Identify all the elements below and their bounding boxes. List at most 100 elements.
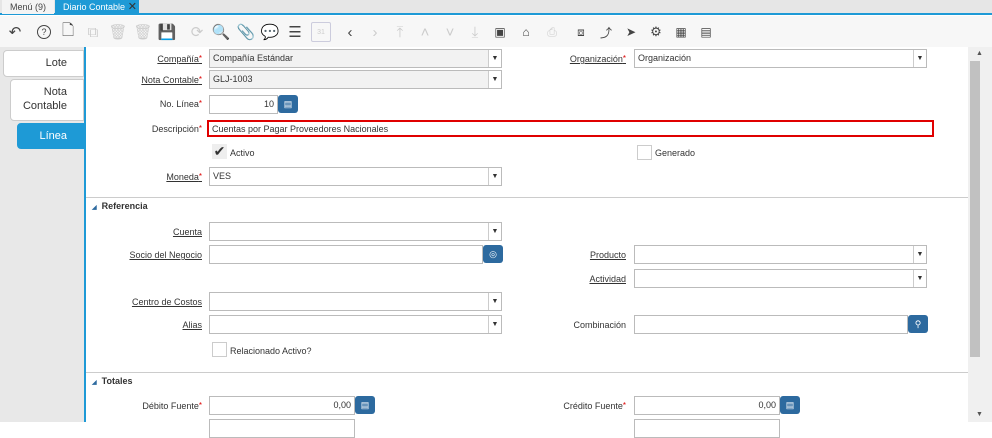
totales-section-header[interactable]: ◢ Totales <box>92 376 132 386</box>
actividad-label[interactable]: Actividad <box>589 274 626 284</box>
section-divider <box>86 197 980 198</box>
copy-icon[interactable]: ⧉ <box>83 22 103 42</box>
search-icon[interactable]: 🔍 <box>211 22 231 42</box>
tab-label: Nota <box>43 86 67 98</box>
calendar-icon[interactable]: 31 <box>311 22 331 42</box>
first-record-icon[interactable]: ⤒ <box>390 22 410 42</box>
section-divider <box>86 372 980 373</box>
combinacion-label: Combinación <box>573 320 626 330</box>
combinacion-input[interactable] <box>634 315 908 334</box>
chevron-down-icon[interactable]: ▼ <box>488 223 501 240</box>
descripcion-input[interactable]: Cuentas por Pagar Proveedores Nacionales <box>207 120 934 137</box>
scroll-up-icon[interactable]: ▲ <box>976 50 983 57</box>
producto-label[interactable]: Producto <box>590 250 626 260</box>
chevron-down-icon[interactable]: ▼ <box>488 50 501 67</box>
alias-select[interactable]: ▼ <box>209 315 502 334</box>
bpartner-search-button[interactable]: ◎ <box>483 245 503 263</box>
chevron-down-icon[interactable]: ▼ <box>488 71 501 88</box>
nota-contable-select[interactable]: GLJ-1003 ▼ <box>209 70 502 89</box>
centro-costos-label[interactable]: Centro de Costos <box>132 297 202 307</box>
tab-menu[interactable]: Menú (9) <box>2 0 55 14</box>
moneda-select[interactable]: VES ▼ <box>209 167 502 186</box>
tab-label: Menú (9) <box>10 2 47 12</box>
chevron-down-icon[interactable]: ▼ <box>913 50 926 67</box>
credito-input[interactable]: 0,00 <box>634 396 780 415</box>
scrollbar[interactable]: ▲ ▼ <box>968 47 992 422</box>
help-icon[interactable]: ? <box>34 22 54 42</box>
calculator-button[interactable]: ▤ <box>278 95 298 113</box>
previous-record-icon[interactable]: ‹ <box>340 22 360 42</box>
scrollbar-thumb[interactable] <box>970 61 980 357</box>
socio-label[interactable]: Socio del Negocio <box>129 250 202 260</box>
cuenta-label[interactable]: Cuenta <box>173 227 202 237</box>
activo-checkbox[interactable]: ✔ <box>212 144 227 159</box>
product-info-icon[interactable]: ▦ <box>671 22 691 42</box>
organizacion-select[interactable]: Organización ▼ <box>634 49 927 68</box>
chevron-down-icon[interactable]: ▼ <box>488 168 501 185</box>
save-icon[interactable]: 💾 <box>157 22 177 42</box>
tab-nota-contable[interactable]: Nota Contable <box>10 79 84 121</box>
delete-icon[interactable]: 🗑 <box>108 22 128 42</box>
chevron-down-icon[interactable]: ▼ <box>488 293 501 310</box>
scroll-down-icon[interactable]: ▼ <box>976 411 983 418</box>
no-linea-input[interactable]: 10 <box>209 95 278 114</box>
compania-select[interactable]: Compañía Estándar ▼ <box>209 49 502 68</box>
new-record-icon[interactable]: 🗋 <box>58 22 78 42</box>
debito-label: Débito Fuente* <box>142 401 202 411</box>
report-icon[interactable]: ▣ <box>490 22 510 42</box>
generado-checkbox[interactable] <box>637 145 652 160</box>
debito-input[interactable]: 0,00 <box>209 396 355 415</box>
tab-linea[interactable]: Línea <box>17 123 84 149</box>
workflow-icon[interactable]: ⤴ <box>596 22 616 42</box>
relacionado-checkbox[interactable] <box>212 342 227 357</box>
account-combination-button[interactable]: ⚲ <box>908 315 928 333</box>
chevron-down-icon[interactable]: ▼ <box>913 270 926 287</box>
child-record-icon[interactable]: ˅ <box>440 22 460 42</box>
zoom-across-icon[interactable]: ⧈ <box>571 22 591 42</box>
window-tab-bar: Menú (9) Diario Contable ✕ <box>0 0 992 15</box>
nota-contable-label[interactable]: Nota Contable* <box>141 75 202 85</box>
credito-label: Crédito Fuente* <box>563 401 626 411</box>
chevron-down-icon[interactable]: ▼ <box>913 246 926 263</box>
tab-diario-contable[interactable]: Diario Contable ✕ <box>55 0 139 14</box>
cuenta-select[interactable]: ▼ <box>209 222 502 241</box>
process-gear-icon[interactable]: ⚙ <box>646 22 666 42</box>
refresh-icon[interactable]: ⟳ <box>187 22 207 42</box>
print-icon[interactable]: ⎙ <box>542 22 562 42</box>
tab-label: Línea <box>39 130 67 142</box>
producto-select[interactable]: ▼ <box>634 245 927 264</box>
calculator-button[interactable]: ▤ <box>355 396 375 414</box>
toolbar: ↶ ? 🗋 ⧉ 🗑 🗑 💾 ⟳ 🔍 📎 💬 ☰ 31 ‹ › ⤒ ˄ ˅ ⤓ ▣… <box>0 16 992 47</box>
descripcion-label: Descripción* <box>151 124 202 134</box>
chat-icon[interactable]: 💬 <box>260 22 280 42</box>
attachment-icon[interactable]: 📎 <box>236 22 256 42</box>
next-record-icon[interactable]: › <box>365 22 385 42</box>
tab-label: Diario Contable <box>63 2 126 12</box>
tab-panel: Lote Nota Contable Línea <box>0 47 84 422</box>
divider <box>84 47 86 422</box>
compania-label[interactable]: Compañía* <box>157 54 202 64</box>
grid-toggle-icon[interactable]: ☰ <box>285 22 305 42</box>
posting-icon[interactable]: ▤ <box>696 22 716 42</box>
tab-lote[interactable]: Lote <box>3 50 84 77</box>
organizacion-label[interactable]: Organización* <box>570 54 626 64</box>
delete-selection-icon[interactable]: 🗑 <box>133 22 153 42</box>
alias-label[interactable]: Alias <box>182 320 202 330</box>
calculator-button[interactable]: ▤ <box>780 396 800 414</box>
last-record-icon[interactable]: ⤓ <box>465 22 485 42</box>
referencia-section-header[interactable]: ◢ Referencia <box>92 201 148 211</box>
calendar-day: 31 <box>317 28 325 36</box>
tab-label: Lote <box>45 57 67 69</box>
undo-icon[interactable]: ↶ <box>5 22 25 42</box>
relacionado-label: Relacionado Activo? <box>230 346 312 356</box>
close-icon[interactable]: ✕ <box>128 0 137 14</box>
moneda-label[interactable]: Moneda* <box>166 172 202 182</box>
archive-icon[interactable]: ⌂ <box>516 22 536 42</box>
actividad-select[interactable]: ▼ <box>634 269 927 288</box>
parent-record-icon[interactable]: ˄ <box>415 22 435 42</box>
socio-input[interactable] <box>209 245 483 264</box>
no-linea-label: No. Línea* <box>159 99 202 109</box>
chevron-down-icon[interactable]: ▼ <box>488 316 501 333</box>
centro-costos-select[interactable]: ▼ <box>209 292 502 311</box>
send-icon[interactable]: ➤ <box>621 22 641 42</box>
